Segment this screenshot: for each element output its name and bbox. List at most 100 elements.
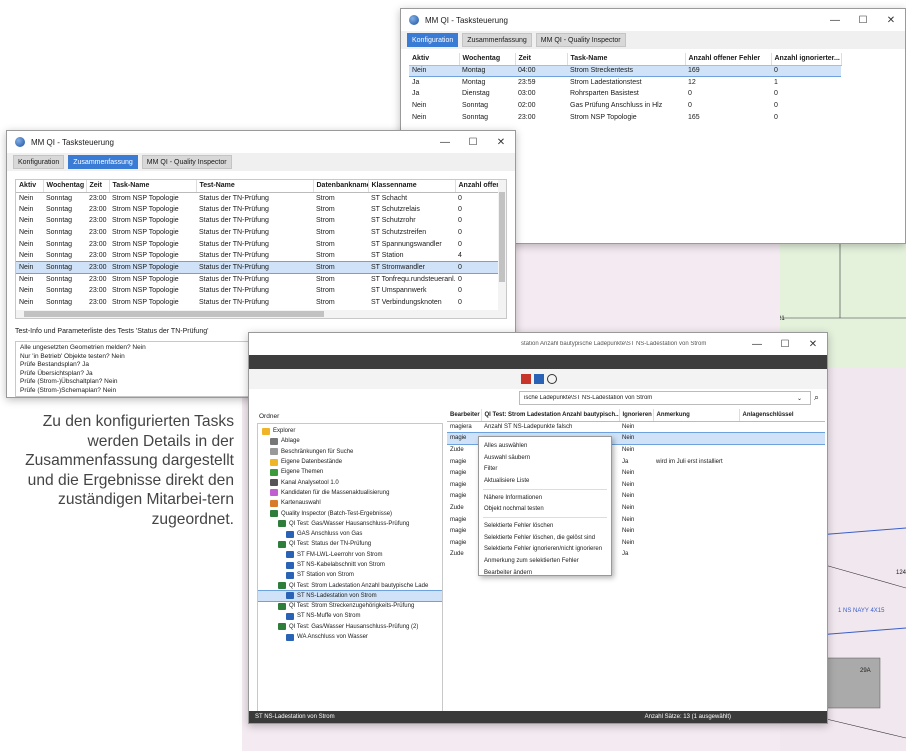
tree-item[interactable]: GAS Anschluss von Gas bbox=[258, 529, 442, 539]
tree-item[interactable]: QI Test: Status der TN-Prüfung bbox=[258, 539, 442, 549]
column-header[interactable]: QI Test: Strom Ladestation Anzahl bautyp… bbox=[481, 409, 620, 422]
tree-item[interactable]: Kandidaten für die Massenaktualisierung bbox=[258, 488, 442, 498]
column-header[interactable]: Zeit bbox=[515, 53, 568, 66]
table-row[interactable]: Nein Sonntag 23:00 Strom NSP Topologie 165 0 bbox=[409, 111, 841, 123]
minimize-button[interactable]: — bbox=[743, 339, 771, 350]
table-row[interactable]: Nein Sonntag 23:00 Strom NSP Topologie Statu… bbox=[16, 261, 500, 274]
scrollbar-thumb[interactable] bbox=[499, 192, 505, 282]
export-icon[interactable] bbox=[534, 374, 544, 384]
tab-konfiguration[interactable]: Konfiguration bbox=[407, 33, 459, 47]
tab-quality-inspector[interactable]: MM QI - Quality Inspector bbox=[535, 33, 626, 47]
tree-item[interactable]: QI Test: Strom Streckenzugehörigkeits-Pr… bbox=[258, 601, 442, 611]
minimize-button[interactable]: — bbox=[431, 137, 459, 148]
table-row[interactable]: Nein Sonntag 02:00 Gas Prüfung Anschluss in… bbox=[409, 100, 841, 112]
tree-item[interactable]: Ablage bbox=[258, 436, 442, 446]
table-row[interactable]: Nein Sonntag 23:00 Strom NSP Topologie Statu… bbox=[16, 227, 500, 239]
column-header[interactable]: Anzahl offener Fehler bbox=[685, 53, 772, 66]
table-row[interactable]: Ja Dienstag 03:00 Rohrsparten Basistest 0 0 bbox=[409, 88, 841, 100]
tree-item[interactable]: ST Station von Strom bbox=[258, 570, 442, 580]
close-button[interactable]: ✕ bbox=[799, 339, 827, 350]
tab-zusammenfassung[interactable]: Zusammenfassung bbox=[68, 155, 138, 169]
tree-item[interactable]: QI Test: Gas/Wasser Hausanschluss-Prüfun… bbox=[258, 519, 442, 529]
maximize-button[interactable]: ☐ bbox=[849, 15, 877, 26]
column-header[interactable]: Anmerkung bbox=[653, 409, 740, 422]
path-field[interactable]: ische Ladepunkte\ST NS-Ladestation von S… bbox=[519, 391, 811, 405]
table-row[interactable]: Nein Sonntag 23:00 Strom NSP Topologie Statu… bbox=[16, 204, 500, 216]
column-header[interactable]: Klassenname bbox=[368, 180, 456, 193]
tree-item[interactable]: QI Test: Gas/Wasser Hausanschluss-Prüfun… bbox=[258, 622, 442, 632]
table-row[interactable]: Nein Sonntag 23:00 Strom NSP Topologie Statu… bbox=[16, 238, 500, 250]
horizontal-scrollbar[interactable] bbox=[16, 310, 506, 318]
minimize-button[interactable]: — bbox=[821, 15, 849, 26]
table-cell: Nein bbox=[409, 64, 459, 78]
column-header[interactable]: Test-Name bbox=[196, 180, 314, 193]
column-header[interactable]: Aktiv bbox=[409, 53, 460, 66]
tree-item[interactable]: Quality Inspector (Batch-Test-Ergebnisse… bbox=[258, 508, 442, 518]
tree-item[interactable]: QI Test: Strom Ladestation Anzahl bautyp… bbox=[258, 580, 442, 590]
pdf-icon[interactable] bbox=[521, 374, 531, 384]
column-header[interactable]: Task-Name bbox=[567, 53, 686, 66]
tree-item[interactable]: ST NS-Kabelabschnitt von Strom bbox=[258, 560, 442, 570]
context-menu-item[interactable]: Nähere Informationen bbox=[479, 492, 611, 504]
title-bar[interactable]: MM QI - Tasksteuerung — ☐ ✕ bbox=[401, 9, 905, 31]
column-header[interactable]: Anlagenschlüssel bbox=[739, 409, 825, 422]
context-menu-item[interactable]: Aktualisiere Liste bbox=[479, 475, 611, 487]
table-row[interactable]: Nein Montag 04:00 Strom Streckentests 169 0 bbox=[409, 64, 841, 78]
column-header[interactable]: Anzahl offer bbox=[455, 180, 501, 193]
vertical-scrollbar[interactable] bbox=[498, 180, 506, 312]
tree-item[interactable]: ST FM-LWL-Leerrohr von Strom bbox=[258, 550, 442, 560]
tree-item[interactable]: ST NS-Muffe von Strom bbox=[258, 611, 442, 621]
scrollbar-thumb[interactable] bbox=[24, 311, 324, 317]
title-bar[interactable]: MM QI - Tasksteuerung — ☐ ✕ bbox=[7, 131, 515, 153]
context-menu-item[interactable]: Selektierte Fehler löschen, die gelöst s… bbox=[479, 532, 611, 544]
tree-item[interactable]: Eigene Themen bbox=[258, 467, 442, 477]
context-menu-item[interactable]: Filter bbox=[479, 463, 611, 475]
search-icon[interactable]: ⌕ bbox=[814, 392, 819, 403]
context-menu-item[interactable]: Selektierte Fehler ignorieren/nicht igno… bbox=[479, 544, 611, 556]
tree-item[interactable]: Kartenauswahl bbox=[258, 498, 442, 508]
column-header[interactable]: Zeit bbox=[86, 180, 110, 193]
table-row[interactable]: Ja Montag 23:59 Strom Ladestationstest 12 1 bbox=[409, 77, 841, 89]
context-menu-item[interactable]: Anmerkung zum selektierten Fehler bbox=[479, 555, 611, 567]
table-row[interactable]: Nein Sonntag 23:00 Strom NSP Topologie Statu… bbox=[16, 285, 500, 297]
maximize-button[interactable]: ☐ bbox=[771, 339, 799, 350]
folder-tree[interactable]: Explorer Ablage Beschränkungen für Suche Ei… bbox=[257, 423, 443, 713]
info-icon[interactable] bbox=[547, 374, 557, 384]
column-header[interactable]: Wochentag bbox=[43, 180, 87, 193]
column-header[interactable]: Bearbeiter bbox=[447, 409, 482, 422]
table-row[interactable]: Nein Sonntag 23:00 Strom NSP Topologie Statu… bbox=[16, 192, 500, 204]
table-row[interactable]: magiera Anzahl ST NS-Ladepunkte falsch Nei… bbox=[447, 421, 825, 433]
context-menu-item[interactable]: Objekt nochmal testen bbox=[479, 503, 611, 515]
tree-item[interactable]: Explorer bbox=[258, 426, 442, 436]
context-menu-item[interactable]: Alles auswählen bbox=[479, 440, 611, 452]
column-header[interactable]: Anzahl ignorierter... bbox=[771, 53, 842, 66]
context-menu-item[interactable]: Bearbeiter ändern bbox=[479, 567, 611, 579]
table-cell: Status der TN-Prüfung bbox=[199, 287, 269, 295]
tree-item-label: Eigene Themen bbox=[281, 469, 324, 476]
tree-item[interactable]: ST NS-Ladestation von Strom bbox=[258, 589, 442, 603]
column-header[interactable]: Wochentag bbox=[459, 53, 516, 66]
tree-item[interactable]: Beschränkungen für Suche bbox=[258, 447, 442, 457]
close-button[interactable]: ✕ bbox=[877, 15, 905, 26]
close-button[interactable]: ✕ bbox=[487, 137, 515, 148]
context-menu-item[interactable]: Auswahl säubern bbox=[479, 452, 611, 464]
table-row[interactable]: Nein Sonntag 23:00 Strom NSP Topologie Statu… bbox=[16, 296, 500, 308]
chevron-down-icon[interactable]: ⌄ bbox=[797, 395, 802, 402]
tab-zusammenfassung[interactable]: Zusammenfassung bbox=[462, 33, 532, 47]
column-header[interactable]: Ignorieren bbox=[619, 409, 654, 422]
table-row[interactable]: Nein Sonntag 23:00 Strom NSP Topologie Statu… bbox=[16, 273, 500, 285]
explorer-title-bar[interactable]: station Anzahl bautypische Ladepunkte\ST… bbox=[249, 333, 827, 355]
tree-item[interactable]: WA Anschluss von Wasser bbox=[258, 632, 442, 642]
tree-item[interactable]: Eigene Datenbestände bbox=[258, 457, 442, 467]
table-row[interactable]: Nein Sonntag 23:00 Strom NSP Topologie Statu… bbox=[16, 215, 500, 227]
table-row[interactable]: Nein Sonntag 23:00 Strom NSP Topologie Statu… bbox=[16, 250, 500, 262]
context-menu-item[interactable]: Selektierte Fehler löschen bbox=[479, 520, 611, 532]
tab-konfiguration[interactable]: Konfiguration bbox=[13, 155, 65, 169]
column-header[interactable]: Task-Name bbox=[109, 180, 197, 193]
column-header[interactable]: Datenbankname bbox=[313, 180, 369, 193]
maximize-button[interactable]: ☐ bbox=[459, 137, 487, 148]
tab-bar: Konfiguration Zusammenfassung MM QI - Qu… bbox=[7, 153, 515, 171]
column-header[interactable]: Aktiv bbox=[16, 180, 44, 193]
tree-item[interactable]: Kanal Analysetool 1.0 bbox=[258, 477, 442, 487]
tab-quality-inspector[interactable]: MM QI - Quality Inspector bbox=[141, 155, 232, 169]
